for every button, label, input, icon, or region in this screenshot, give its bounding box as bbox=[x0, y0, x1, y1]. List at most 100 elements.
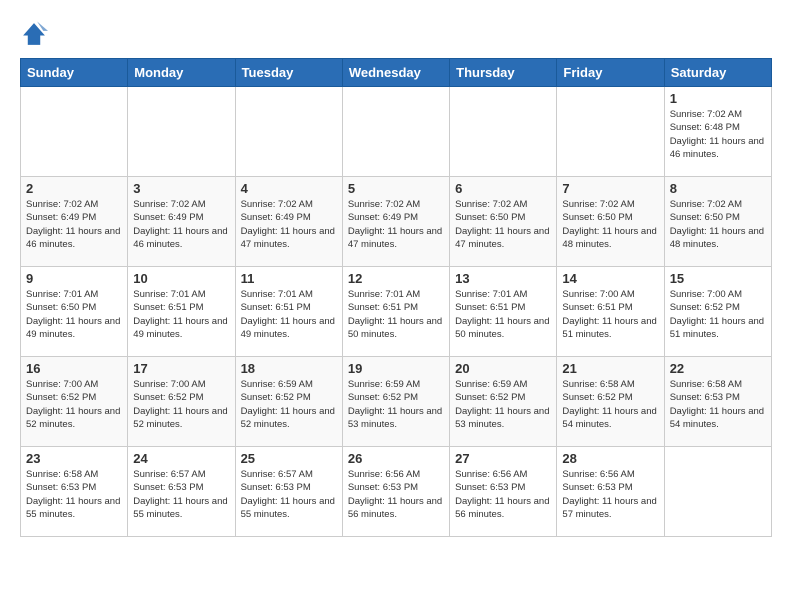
day-number: 5 bbox=[348, 181, 444, 196]
day-info: Sunrise: 7:01 AM Sunset: 6:51 PM Dayligh… bbox=[348, 288, 444, 341]
day-number: 21 bbox=[562, 361, 658, 376]
calendar-week-row: 9Sunrise: 7:01 AM Sunset: 6:50 PM Daylig… bbox=[21, 267, 772, 357]
calendar-header-wednesday: Wednesday bbox=[342, 59, 449, 87]
day-info: Sunrise: 7:02 AM Sunset: 6:49 PM Dayligh… bbox=[26, 198, 122, 251]
calendar-week-row: 16Sunrise: 7:00 AM Sunset: 6:52 PM Dayli… bbox=[21, 357, 772, 447]
calendar-header-thursday: Thursday bbox=[450, 59, 557, 87]
day-info: Sunrise: 7:02 AM Sunset: 6:48 PM Dayligh… bbox=[670, 108, 766, 161]
calendar-cell: 6Sunrise: 7:02 AM Sunset: 6:50 PM Daylig… bbox=[450, 177, 557, 267]
day-number: 28 bbox=[562, 451, 658, 466]
day-info: Sunrise: 7:02 AM Sunset: 6:50 PM Dayligh… bbox=[670, 198, 766, 251]
day-info: Sunrise: 6:56 AM Sunset: 6:53 PM Dayligh… bbox=[455, 468, 551, 521]
day-number: 8 bbox=[670, 181, 766, 196]
calendar-cell: 15 Sunrise: 7:00 AM Sunset: 6:52 PM Dayli… bbox=[664, 267, 771, 357]
day-number: 19 bbox=[348, 361, 444, 376]
calendar-cell: 16Sunrise: 7:00 AM Sunset: 6:52 PM Dayli… bbox=[21, 357, 128, 447]
day-number: 14 bbox=[562, 271, 658, 286]
calendar-cell: 12 Sunrise: 7:01 AM Sunset: 6:51 PM Dayli… bbox=[342, 267, 449, 357]
day-number: 26 bbox=[348, 451, 444, 466]
day-info: Sunrise: 6:58 AM Sunset: 6:53 PM Dayligh… bbox=[670, 378, 766, 431]
day-info: Sunrise: 7:02 AM Sunset: 6:49 PM Dayligh… bbox=[133, 198, 229, 251]
day-info: Sunrise: 7:01 AM Sunset: 6:50 PM Dayligh… bbox=[26, 288, 122, 341]
day-number: 18 bbox=[241, 361, 337, 376]
day-number: 27 bbox=[455, 451, 551, 466]
day-number: 12 bbox=[348, 271, 444, 286]
calendar-week-row: 1 Sunrise: 7:02 AM Sunset: 6:48 PM Daylig… bbox=[21, 87, 772, 177]
calendar-cell: 8 Sunrise: 7:02 AM Sunset: 6:50 PM Daylig… bbox=[664, 177, 771, 267]
calendar-cell: 10 Sunrise: 7:01 AM Sunset: 6:51 PM Dayli… bbox=[128, 267, 235, 357]
day-info: Sunrise: 7:01 AM Sunset: 6:51 PM Dayligh… bbox=[241, 288, 337, 341]
calendar-header-row: SundayMondayTuesdayWednesdayThursdayFrid… bbox=[21, 59, 772, 87]
day-info: Sunrise: 7:01 AM Sunset: 6:51 PM Dayligh… bbox=[455, 288, 551, 341]
calendar-header-monday: Monday bbox=[128, 59, 235, 87]
calendar-cell: 9Sunrise: 7:01 AM Sunset: 6:50 PM Daylig… bbox=[21, 267, 128, 357]
day-info: Sunrise: 6:58 AM Sunset: 6:53 PM Dayligh… bbox=[26, 468, 122, 521]
day-number: 3 bbox=[133, 181, 229, 196]
calendar-cell bbox=[664, 447, 771, 537]
day-info: Sunrise: 6:57 AM Sunset: 6:53 PM Dayligh… bbox=[241, 468, 337, 521]
calendar-cell: 22 Sunrise: 6:58 AM Sunset: 6:53 PM Dayli… bbox=[664, 357, 771, 447]
day-number: 4 bbox=[241, 181, 337, 196]
calendar-cell: 3 Sunrise: 7:02 AM Sunset: 6:49 PM Daylig… bbox=[128, 177, 235, 267]
day-number: 2 bbox=[26, 181, 122, 196]
day-info: Sunrise: 7:01 AM Sunset: 6:51 PM Dayligh… bbox=[133, 288, 229, 341]
day-number: 15 bbox=[670, 271, 766, 286]
logo-icon bbox=[20, 20, 48, 48]
calendar-cell: 14 Sunrise: 7:00 AM Sunset: 6:51 PM Dayli… bbox=[557, 267, 664, 357]
day-number: 7 bbox=[562, 181, 658, 196]
calendar-week-row: 2 Sunrise: 7:02 AM Sunset: 6:49 PM Daylig… bbox=[21, 177, 772, 267]
day-info: Sunrise: 7:00 AM Sunset: 6:51 PM Dayligh… bbox=[562, 288, 658, 341]
calendar-cell: 27 Sunrise: 6:56 AM Sunset: 6:53 PM Dayli… bbox=[450, 447, 557, 537]
day-number: 23 bbox=[26, 451, 122, 466]
calendar-header-friday: Friday bbox=[557, 59, 664, 87]
day-number: 13 bbox=[455, 271, 551, 286]
day-info: Sunrise: 6:59 AM Sunset: 6:52 PM Dayligh… bbox=[455, 378, 551, 431]
day-number: 6 bbox=[455, 181, 551, 196]
day-info: Sunrise: 7:02 AM Sunset: 6:49 PM Dayligh… bbox=[348, 198, 444, 251]
day-info: Sunrise: 6:57 AM Sunset: 6:53 PM Dayligh… bbox=[133, 468, 229, 521]
calendar-cell: 26 Sunrise: 6:56 AM Sunset: 6:53 PM Dayli… bbox=[342, 447, 449, 537]
calendar-cell: 24 Sunrise: 6:57 AM Sunset: 6:53 PM Dayli… bbox=[128, 447, 235, 537]
calendar-header-saturday: Saturday bbox=[664, 59, 771, 87]
calendar-cell: 4 Sunrise: 7:02 AM Sunset: 6:49 PM Daylig… bbox=[235, 177, 342, 267]
day-info: Sunrise: 7:00 AM Sunset: 6:52 PM Dayligh… bbox=[133, 378, 229, 431]
calendar-cell: 28 Sunrise: 6:56 AM Sunset: 6:53 PM Dayli… bbox=[557, 447, 664, 537]
calendar-cell: 7 Sunrise: 7:02 AM Sunset: 6:50 PM Daylig… bbox=[557, 177, 664, 267]
day-number: 24 bbox=[133, 451, 229, 466]
day-number: 25 bbox=[241, 451, 337, 466]
day-info: Sunrise: 6:56 AM Sunset: 6:53 PM Dayligh… bbox=[348, 468, 444, 521]
calendar-cell: 20 Sunrise: 6:59 AM Sunset: 6:52 PM Dayli… bbox=[450, 357, 557, 447]
calendar-cell bbox=[128, 87, 235, 177]
calendar-cell: 11 Sunrise: 7:01 AM Sunset: 6:51 PM Dayli… bbox=[235, 267, 342, 357]
calendar-cell: 2 Sunrise: 7:02 AM Sunset: 6:49 PM Daylig… bbox=[21, 177, 128, 267]
day-number: 11 bbox=[241, 271, 337, 286]
day-info: Sunrise: 7:02 AM Sunset: 6:50 PM Dayligh… bbox=[562, 198, 658, 251]
calendar-cell: 5 Sunrise: 7:02 AM Sunset: 6:49 PM Daylig… bbox=[342, 177, 449, 267]
calendar-cell bbox=[342, 87, 449, 177]
day-info: Sunrise: 7:00 AM Sunset: 6:52 PM Dayligh… bbox=[670, 288, 766, 341]
day-number: 17 bbox=[133, 361, 229, 376]
day-info: Sunrise: 6:56 AM Sunset: 6:53 PM Dayligh… bbox=[562, 468, 658, 521]
calendar-header-sunday: Sunday bbox=[21, 59, 128, 87]
calendar-week-row: 23 Sunrise: 6:58 AM Sunset: 6:53 PM Dayli… bbox=[21, 447, 772, 537]
calendar-cell: 1 Sunrise: 7:02 AM Sunset: 6:48 PM Daylig… bbox=[664, 87, 771, 177]
calendar-cell: 17 Sunrise: 7:00 AM Sunset: 6:52 PM Dayli… bbox=[128, 357, 235, 447]
logo bbox=[20, 20, 52, 48]
day-number: 22 bbox=[670, 361, 766, 376]
calendar-cell bbox=[235, 87, 342, 177]
calendar-cell bbox=[450, 87, 557, 177]
day-info: Sunrise: 6:59 AM Sunset: 6:52 PM Dayligh… bbox=[241, 378, 337, 431]
day-number: 20 bbox=[455, 361, 551, 376]
calendar-cell: 19 Sunrise: 6:59 AM Sunset: 6:52 PM Dayli… bbox=[342, 357, 449, 447]
day-number: 1 bbox=[670, 91, 766, 106]
day-info: Sunrise: 6:59 AM Sunset: 6:52 PM Dayligh… bbox=[348, 378, 444, 431]
page-header bbox=[20, 20, 772, 48]
day-info: Sunrise: 7:02 AM Sunset: 6:49 PM Dayligh… bbox=[241, 198, 337, 251]
day-number: 10 bbox=[133, 271, 229, 286]
calendar-table: SundayMondayTuesdayWednesdayThursdayFrid… bbox=[20, 58, 772, 537]
calendar-header-tuesday: Tuesday bbox=[235, 59, 342, 87]
day-info: Sunrise: 6:58 AM Sunset: 6:52 PM Dayligh… bbox=[562, 378, 658, 431]
calendar-cell: 23 Sunrise: 6:58 AM Sunset: 6:53 PM Dayli… bbox=[21, 447, 128, 537]
calendar-cell: 25 Sunrise: 6:57 AM Sunset: 6:53 PM Dayli… bbox=[235, 447, 342, 537]
calendar-cell: 13 Sunrise: 7:01 AM Sunset: 6:51 PM Dayli… bbox=[450, 267, 557, 357]
